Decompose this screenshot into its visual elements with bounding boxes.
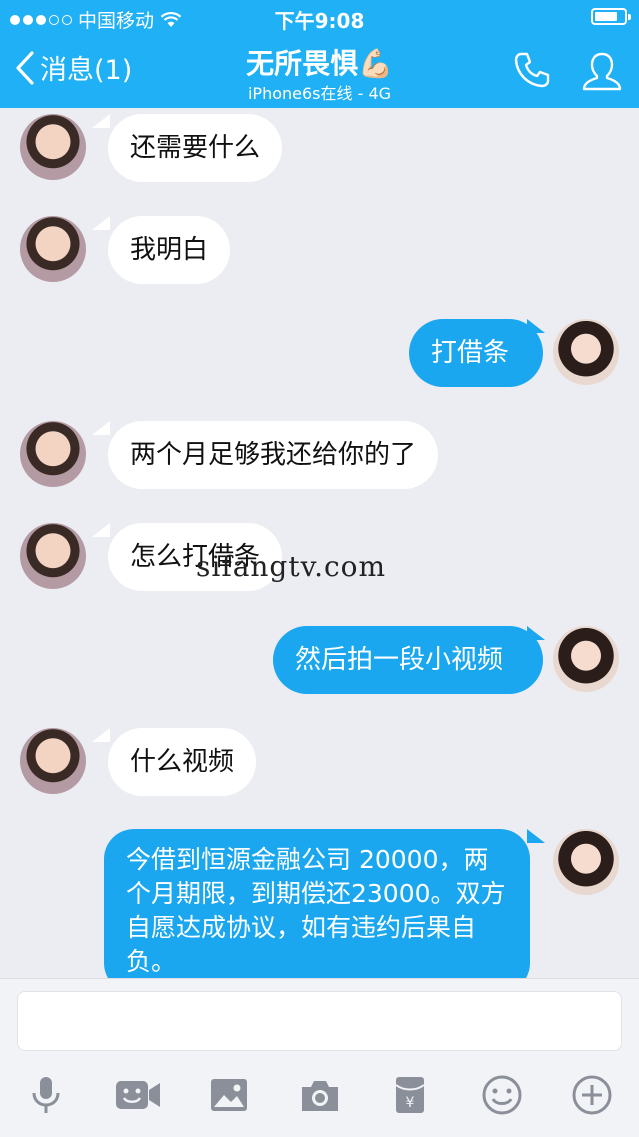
message-bubble[interactable]: 然后拍一段小视频 bbox=[273, 626, 543, 694]
chat-header: 消息(1) 无所畏惧💪🏻 iPhone6s在线 - 4G bbox=[0, 34, 639, 108]
battery-icon bbox=[591, 8, 631, 25]
red-packet-icon[interactable]: ¥ bbox=[388, 1073, 432, 1117]
plus-icon[interactable] bbox=[570, 1073, 614, 1117]
contact-avatar[interactable] bbox=[20, 523, 86, 589]
person-icon bbox=[582, 52, 622, 91]
status-bar: 中国移动 下午9:08 bbox=[0, 0, 639, 34]
input-bar: ¥ bbox=[0, 978, 639, 1137]
message-bubble[interactable]: 我明白 bbox=[108, 216, 231, 284]
profile-button[interactable] bbox=[580, 50, 624, 98]
call-button[interactable] bbox=[512, 50, 552, 94]
emoji-icon[interactable] bbox=[480, 1073, 524, 1117]
contact-avatar[interactable] bbox=[20, 421, 86, 487]
message-input[interactable] bbox=[17, 991, 622, 1051]
my-avatar[interactable] bbox=[553, 319, 619, 385]
camera-icon[interactable] bbox=[298, 1073, 342, 1117]
contact-avatar[interactable] bbox=[20, 114, 86, 180]
image-icon[interactable] bbox=[207, 1073, 251, 1117]
watermark-text: sifangtv.com bbox=[196, 550, 387, 583]
phone-icon bbox=[514, 52, 550, 88]
contact-avatar[interactable] bbox=[20, 728, 86, 794]
contact-avatar[interactable] bbox=[20, 216, 86, 282]
message-bubble[interactable]: 今借到恒源金融公司 20000，两个月期限，到期偿还23000。双方自愿达成协议… bbox=[104, 829, 530, 978]
my-avatar[interactable] bbox=[553, 829, 619, 895]
svg-text:¥: ¥ bbox=[406, 1095, 415, 1111]
message-bubble[interactable]: 两个月足够我还给你的了 bbox=[108, 421, 439, 489]
my-avatar[interactable] bbox=[553, 626, 619, 692]
message-bubble[interactable]: 什么视频 bbox=[108, 728, 257, 796]
status-time: 下午9:08 bbox=[274, 9, 365, 33]
message-bubble[interactable]: 还需要什么 bbox=[108, 114, 283, 182]
video-icon[interactable] bbox=[114, 1073, 160, 1117]
toolbar: ¥ bbox=[0, 1067, 639, 1127]
message-list[interactable]: 还需要什么 我明白 打借条 两个月足够我还给你的了 怎么打借条 然后拍一段小视频… bbox=[0, 108, 639, 978]
message-bubble[interactable]: 打借条 bbox=[409, 319, 543, 387]
microphone-icon[interactable] bbox=[24, 1073, 68, 1117]
